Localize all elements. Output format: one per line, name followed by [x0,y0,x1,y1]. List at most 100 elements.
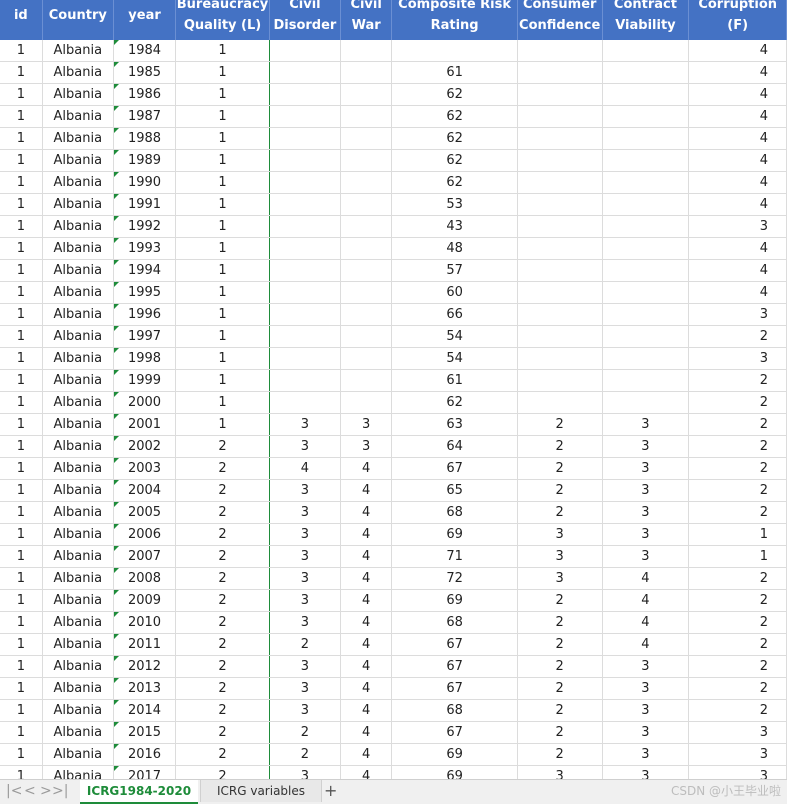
table-cell[interactable] [340,369,393,392]
table-cell[interactable]: 2006 [113,523,177,546]
table-cell[interactable]: 63 [391,413,518,436]
table-cell[interactable]: Albania [42,677,114,700]
table-cell[interactable]: 67 [391,655,518,678]
table-cell[interactable]: Albania [42,479,114,502]
table-cell[interactable]: 3 [269,501,341,524]
table-cell[interactable]: 1 [0,259,43,282]
table-cell[interactable] [517,83,603,106]
table-cell[interactable]: Albania [42,501,114,524]
table-cell[interactable]: 4 [602,567,690,590]
table-cell[interactable]: Albania [42,193,114,216]
table-cell[interactable]: 69 [391,765,518,779]
table-cell[interactable]: 1 [175,281,270,304]
table-cell[interactable] [340,237,393,260]
table-cell[interactable]: 3 [517,545,603,568]
table-cell[interactable]: 4 [688,105,787,128]
add-sheet-icon[interactable]: + [324,781,337,800]
table-cell[interactable] [517,149,603,172]
table-cell[interactable] [602,237,690,260]
table-cell[interactable] [602,171,690,194]
table-cell[interactable] [340,193,393,216]
table-cell[interactable]: 2 [688,413,787,436]
table-cell[interactable]: 71 [391,545,518,568]
table-cell[interactable]: 2 [269,721,341,744]
table-cell[interactable]: 2 [175,523,270,546]
table-cell[interactable]: 1 [175,369,270,392]
table-cell[interactable]: 4 [340,589,393,612]
table-cell[interactable]: 1 [0,699,43,722]
table-cell[interactable]: 3 [602,501,690,524]
table-cell[interactable]: 64 [391,435,518,458]
next-sheet-icon[interactable]: > [40,783,52,799]
table-cell[interactable]: 2 [175,501,270,524]
table-cell[interactable]: 60 [391,281,518,304]
table-cell[interactable] [602,303,690,326]
table-cell[interactable]: 1986 [113,83,177,106]
table-cell[interactable]: 3 [602,523,690,546]
table-cell[interactable]: 2001 [113,413,177,436]
table-cell[interactable]: 3 [602,743,690,766]
table-cell[interactable] [602,215,690,238]
table-cell[interactable]: 2017 [113,765,177,779]
table-cell[interactable]: Albania [42,259,114,282]
table-cell[interactable] [340,127,393,150]
table-cell[interactable]: 72 [391,567,518,590]
table-cell[interactable]: 68 [391,699,518,722]
table-cell[interactable]: 1994 [113,259,177,282]
table-cell[interactable]: 1 [0,457,43,480]
table-cell[interactable]: 1 [175,325,270,348]
table-cell[interactable]: 4 [688,127,787,150]
table-cell[interactable] [269,40,341,62]
table-cell[interactable]: 1 [0,193,43,216]
table-cell[interactable] [517,40,603,62]
table-cell[interactable]: 2 [517,413,603,436]
table-cell[interactable]: 1 [0,479,43,502]
table-cell[interactable] [269,347,341,370]
table-cell[interactable]: 2 [175,743,270,766]
table-cell[interactable]: 62 [391,105,518,128]
table-cell[interactable]: 4 [688,83,787,106]
table-cell[interactable] [340,325,393,348]
table-cell[interactable]: 2002 [113,435,177,458]
table-cell[interactable]: 2015 [113,721,177,744]
table-cell[interactable]: 1 [175,149,270,172]
table-cell[interactable]: Albania [42,545,114,568]
table-cell[interactable]: 4 [340,655,393,678]
table-cell[interactable]: 2 [688,677,787,700]
table-cell[interactable]: 1 [175,259,270,282]
table-cell[interactable]: 1996 [113,303,177,326]
table-cell[interactable]: 3 [602,765,690,779]
table-cell[interactable] [517,391,603,414]
table-cell[interactable]: 1 [0,501,43,524]
table-cell[interactable]: 2 [517,721,603,744]
table-cell[interactable]: 3 [269,677,341,700]
table-cell[interactable]: 1 [175,215,270,238]
table-cell[interactable] [269,259,341,282]
table-cell[interactable]: 3 [340,435,393,458]
table-cell[interactable]: Albania [42,699,114,722]
table-cell[interactable]: 3 [517,567,603,590]
table-cell[interactable]: 3 [269,699,341,722]
table-cell[interactable]: Albania [42,655,114,678]
table-cell[interactable]: 57 [391,259,518,282]
table-cell[interactable]: 2 [517,743,603,766]
table-cell[interactable]: 4 [602,611,690,634]
table-cell[interactable]: 1 [0,347,43,370]
table-cell[interactable] [602,193,690,216]
table-cell[interactable]: 1 [0,237,43,260]
table-cell[interactable]: 1 [688,545,787,568]
column-header[interactable]: Composite Risk Rating [391,0,518,40]
table-cell[interactable]: 67 [391,457,518,480]
table-cell[interactable]: 68 [391,611,518,634]
table-cell[interactable]: 54 [391,347,518,370]
table-cell[interactable]: 1989 [113,149,177,172]
table-cell[interactable] [602,391,690,414]
table-cell[interactable]: 1 [0,677,43,700]
table-cell[interactable]: 3 [602,457,690,480]
table-cell[interactable] [269,83,341,106]
table-cell[interactable]: 2011 [113,633,177,656]
table-cell[interactable]: 1 [0,215,43,238]
table-cell[interactable] [269,171,341,194]
table-cell[interactable]: 2 [175,655,270,678]
table-cell[interactable]: 4 [688,61,787,84]
